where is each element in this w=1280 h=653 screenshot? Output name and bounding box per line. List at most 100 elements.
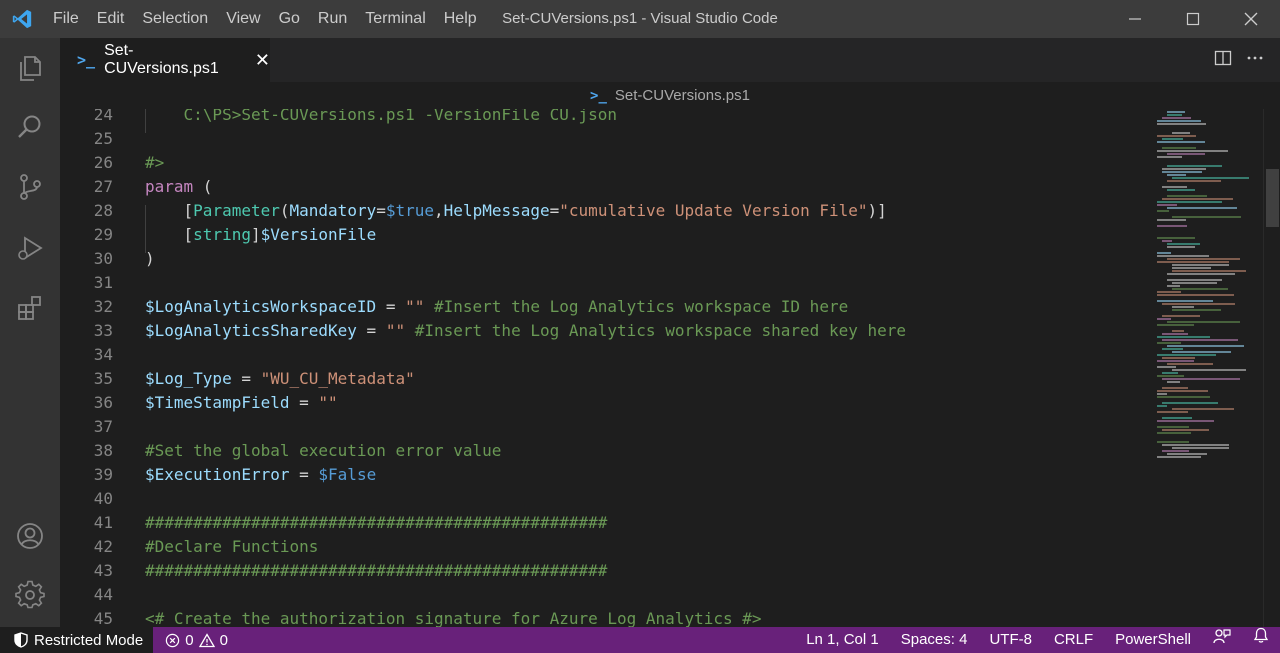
minimap-line bbox=[1167, 285, 1180, 287]
code-line[interactable]: 43 ######################################… bbox=[60, 559, 1145, 583]
code-line[interactable]: 25 bbox=[60, 127, 1145, 151]
code-token: C:\PS>Set-CUVersions.ps1 -VersionFile CU… bbox=[145, 109, 618, 124]
minimap-line bbox=[1167, 243, 1200, 245]
menu-selection[interactable]: Selection bbox=[133, 0, 217, 38]
minimap-line bbox=[1172, 177, 1249, 179]
code-line[interactable]: 40 bbox=[60, 487, 1145, 511]
code-line[interactable]: 44 bbox=[60, 583, 1145, 607]
code-text: #Set the global execution error value bbox=[145, 439, 501, 463]
settings-gear-icon[interactable] bbox=[0, 571, 60, 619]
minimap-line bbox=[1167, 195, 1207, 197]
minimap-line bbox=[1167, 273, 1235, 275]
end-of-line[interactable]: CRLF bbox=[1043, 627, 1104, 653]
code-line[interactable]: 26 #> bbox=[60, 151, 1145, 175]
run-debug-icon[interactable] bbox=[0, 224, 60, 272]
breadcrumb-file[interactable]: Set-CUVersions.ps1 bbox=[615, 87, 750, 104]
minimap-line bbox=[1162, 378, 1240, 380]
editor-tab-bar: >_ Set-CUVersions.ps1 ✕ bbox=[60, 38, 1280, 82]
menu-go[interactable]: Go bbox=[270, 0, 309, 38]
minimap-line bbox=[1167, 363, 1213, 365]
menu-run[interactable]: Run bbox=[309, 0, 356, 38]
close-window-button[interactable] bbox=[1222, 0, 1280, 38]
code-line[interactable]: 39 $ExecutionError = $False bbox=[60, 463, 1145, 487]
status-bar: Restricted Mode 0 0 Ln 1, Col 1 Spaces: … bbox=[0, 627, 1280, 653]
minimap-line bbox=[1172, 216, 1241, 218]
close-tab-icon[interactable]: ✕ bbox=[255, 50, 270, 71]
code-line[interactable]: 27 param ( bbox=[60, 175, 1145, 199]
minimap-line bbox=[1157, 354, 1216, 356]
minimap-line bbox=[1162, 387, 1188, 389]
code-line[interactable]: 45 <# Create the authorization signature … bbox=[60, 607, 1145, 627]
source-control-icon[interactable] bbox=[0, 163, 60, 211]
minimap-line bbox=[1157, 366, 1176, 368]
line-number: 26 bbox=[93, 153, 113, 172]
code-line[interactable]: 30) bbox=[60, 247, 1145, 271]
minimap-line bbox=[1167, 453, 1207, 455]
code-editor[interactable]: 24 C:\PS>Set-CUVersions.ps1 -VersionFile… bbox=[60, 109, 1145, 627]
code-line[interactable]: 41 ######################################… bbox=[60, 511, 1145, 535]
code-line[interactable]: 34 bbox=[60, 343, 1145, 367]
tab-set-cuversions[interactable]: >_ Set-CUVersions.ps1 ✕ bbox=[60, 38, 270, 82]
line-number: 37 bbox=[93, 417, 113, 436]
minimap-line bbox=[1157, 123, 1206, 125]
feedback-icon[interactable] bbox=[1202, 627, 1242, 653]
minimap-line bbox=[1167, 321, 1240, 323]
code-token: $LogAnalyticsWorkspaceID bbox=[145, 297, 377, 316]
problems-indicator[interactable]: 0 0 bbox=[165, 632, 228, 649]
code-token: #Declare Functions bbox=[145, 537, 319, 556]
restricted-mode-indicator[interactable]: Restricted Mode bbox=[0, 627, 154, 653]
minimize-button[interactable] bbox=[1106, 0, 1164, 38]
code-line[interactable]: 35 $Log_Type = "WU_CU_Metadata" bbox=[60, 367, 1145, 391]
code-line[interactable]: 36 $TimeStampField = "" bbox=[60, 391, 1145, 415]
encoding[interactable]: UTF-8 bbox=[978, 627, 1043, 653]
maximize-button[interactable] bbox=[1164, 0, 1222, 38]
minimap-line bbox=[1167, 381, 1180, 383]
close-icon bbox=[1244, 12, 1258, 26]
code-text: ########################################… bbox=[145, 511, 607, 535]
minimap-line bbox=[1157, 219, 1186, 221]
minimap-line bbox=[1172, 408, 1234, 410]
language-mode[interactable]: PowerShell bbox=[1104, 627, 1202, 653]
menu-edit[interactable]: Edit bbox=[88, 0, 134, 38]
code-line[interactable]: 33 $LogAnalyticsSharedKey = "" #Insert th… bbox=[60, 319, 1145, 343]
code-line[interactable]: 29 [string]$VersionFile bbox=[60, 223, 1145, 247]
code-line[interactable]: 42 #Declare Functions bbox=[60, 535, 1145, 559]
code-text: C:\PS>Set-CUVersions.ps1 -VersionFile CU… bbox=[145, 109, 617, 127]
line-number: 38 bbox=[93, 441, 113, 460]
code-line[interactable]: 38 #Set the global execution error value bbox=[60, 439, 1145, 463]
menu-file[interactable]: File bbox=[44, 0, 88, 38]
code-line[interactable]: 28 [Parameter(Mandatory=$true,HelpMessag… bbox=[60, 199, 1145, 223]
line-number: 32 bbox=[93, 297, 113, 316]
indentation[interactable]: Spaces: 4 bbox=[890, 627, 979, 653]
menu-view[interactable]: View bbox=[217, 0, 269, 38]
notifications-bell-icon[interactable] bbox=[1242, 627, 1280, 653]
code-line[interactable]: 31 bbox=[60, 271, 1145, 295]
scrollbar-thumb[interactable] bbox=[1266, 169, 1279, 227]
more-actions-icon[interactable] bbox=[1246, 49, 1264, 72]
code-line[interactable]: 24 C:\PS>Set-CUVersions.ps1 -VersionFile… bbox=[60, 109, 1145, 127]
accounts-icon[interactable] bbox=[0, 512, 60, 560]
search-icon[interactable] bbox=[0, 103, 60, 151]
code-token: = bbox=[289, 465, 319, 484]
minimap-line bbox=[1157, 432, 1191, 434]
split-editor-icon[interactable] bbox=[1214, 49, 1232, 72]
line-number: 33 bbox=[93, 321, 113, 340]
extensions-icon[interactable] bbox=[0, 284, 60, 332]
explorer-icon[interactable] bbox=[0, 44, 60, 92]
menu-terminal[interactable]: Terminal bbox=[356, 0, 434, 38]
minimap[interactable] bbox=[1145, 109, 1263, 627]
minimize-icon bbox=[1129, 18, 1141, 20]
code-line[interactable]: 32 $LogAnalyticsWorkspaceID = "" #Insert … bbox=[60, 295, 1145, 319]
minimap-line bbox=[1157, 141, 1205, 143]
cursor-position[interactable]: Ln 1, Col 1 bbox=[795, 627, 890, 653]
warning-count: 0 bbox=[219, 631, 228, 649]
minimap-line bbox=[1162, 333, 1188, 335]
minimap-line bbox=[1172, 270, 1246, 272]
code-text: ########################################… bbox=[145, 559, 607, 583]
minimap-line bbox=[1157, 294, 1234, 296]
code-line[interactable]: 37 bbox=[60, 415, 1145, 439]
line-number: 39 bbox=[93, 465, 113, 484]
menu-help[interactable]: Help bbox=[435, 0, 486, 38]
vertical-scrollbar[interactable] bbox=[1263, 109, 1280, 627]
minimap-line bbox=[1157, 135, 1196, 137]
